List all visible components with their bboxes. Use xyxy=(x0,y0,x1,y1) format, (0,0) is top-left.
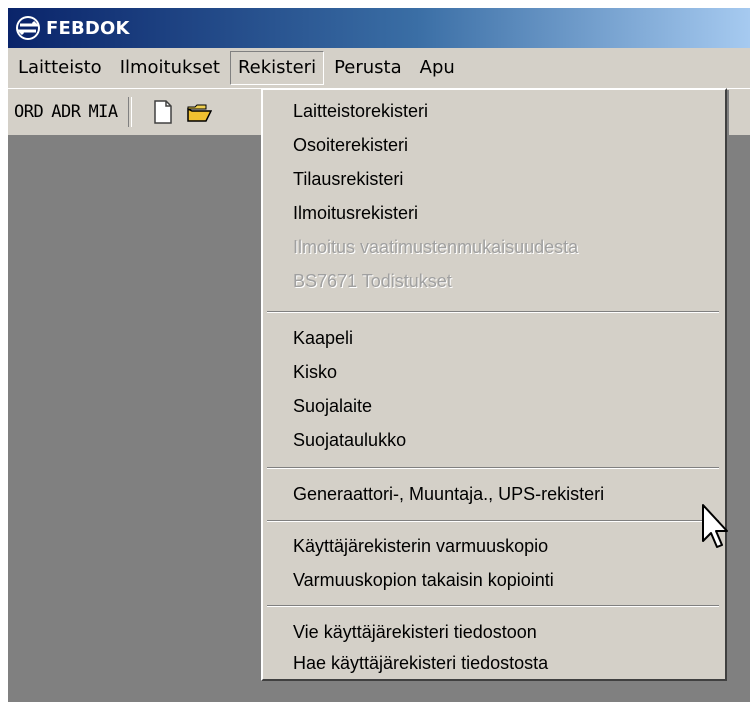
ord-button[interactable]: ORD xyxy=(12,102,45,122)
window-title: FEBDOK xyxy=(46,17,130,39)
menuitem-hae-kayttajarekisteri-tiedostosta[interactable]: Hae käyttäjärekisteri tiedostosta xyxy=(293,651,548,675)
menuitem-kisko[interactable]: Kisko xyxy=(293,357,337,387)
menu-bar: Laitteisto Ilmoitukset Rekisteri Perusta… xyxy=(8,48,750,89)
menu-separator xyxy=(267,467,719,469)
menu-rekisteri[interactable]: Rekisteri xyxy=(229,51,325,85)
title-bar[interactable]: FEBDOK xyxy=(8,8,750,48)
menuitem-kaapeli[interactable]: Kaapeli xyxy=(293,323,353,353)
febdok-logo-icon xyxy=(14,14,42,42)
mia-button[interactable]: MIA xyxy=(86,102,119,122)
menuitem-laitteistorekisteri[interactable]: Laitteistorekisteri xyxy=(293,96,428,126)
menu-separator xyxy=(267,605,719,607)
toolbar-separator xyxy=(127,97,132,127)
open-folder-icon[interactable] xyxy=(186,99,212,125)
menu-ilmoitukset[interactable]: Ilmoitukset xyxy=(112,51,228,85)
menu-perusta[interactable]: Perusta xyxy=(326,51,410,85)
menu-separator xyxy=(267,520,719,522)
menuitem-vie-kayttajarekisteri-tiedostoon[interactable]: Vie käyttäjärekisteri tiedostoon xyxy=(293,617,537,647)
menuitem-suojataulukko[interactable]: Suojataulukko xyxy=(293,425,406,455)
menuitem-suojalaite[interactable]: Suojalaite xyxy=(293,391,372,421)
menuitem-bs7671-todistukset: BS7671 Todistukset xyxy=(293,271,452,291)
menuitem-ilmoitusrekisteri[interactable]: Ilmoitusrekisteri xyxy=(293,198,418,228)
menuitem-osoiterekisteri[interactable]: Osoiterekisteri xyxy=(293,130,408,160)
rekisteri-dropdown-menu: Laitteistorekisteri Osoiterekisteri Tila… xyxy=(261,88,727,681)
menuitem-tilausrekisteri[interactable]: Tilausrekisteri xyxy=(293,164,403,194)
menu-laitteisto[interactable]: Laitteisto xyxy=(10,51,110,85)
mouse-pointer-icon xyxy=(700,503,730,553)
adr-button[interactable]: ADR xyxy=(49,102,82,122)
new-document-icon[interactable] xyxy=(150,99,176,125)
menuitem-kayttajarekisterin-varmuuskopio[interactable]: Käyttäjärekisterin varmuuskopio xyxy=(293,531,548,561)
menuitem-ilmoitus-vaatimustenmukaisuudesta: Ilmoitus vaatimustenmukaisuudesta xyxy=(293,237,579,257)
menuitem-varmuuskopion-takaisin-kopiointi[interactable]: Varmuuskopion takaisin kopiointi xyxy=(293,565,554,595)
app-window: FEBDOK Laitteisto Ilmoitukset Rekisteri … xyxy=(8,8,750,702)
menu-separator xyxy=(267,311,719,313)
menuitem-generaattori-muuntaja-ups[interactable]: Generaattori-, Muuntaja., UPS-rekisteri xyxy=(293,479,604,509)
menu-apu[interactable]: Apu xyxy=(412,51,463,85)
